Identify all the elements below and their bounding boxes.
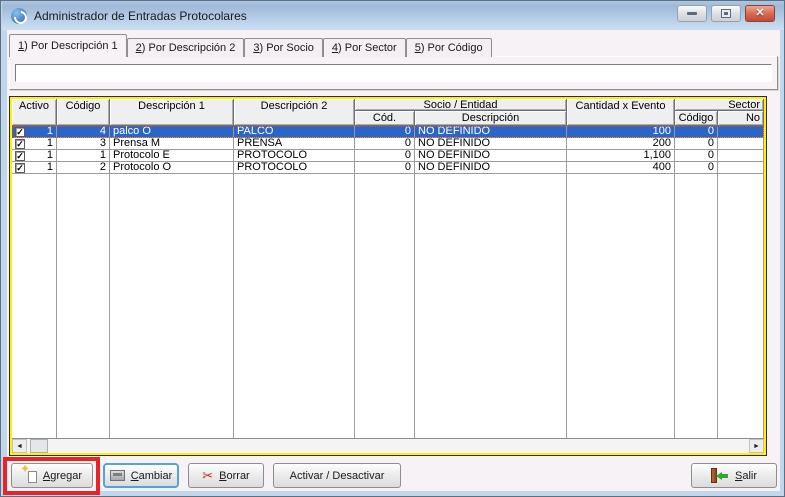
grid-empty-area	[12, 174, 764, 438]
cambiar-button[interactable]: Cambiar	[103, 463, 179, 488]
header-sector-nombre[interactable]: No	[718, 111, 764, 125]
header-sector[interactable]: Sector	[675, 99, 764, 111]
header-group-socio-entidad: Socio / Entidad Cód. Descripción	[355, 99, 567, 125]
scroll-left-icon[interactable]: ◄	[12, 439, 27, 453]
header-socio-cod[interactable]: Cód.	[355, 111, 415, 125]
table-row[interactable]: ✓1 1 Protocolo E PROTOCOLO 0 NO DEFINIDO…	[12, 150, 764, 162]
cambiar-label: Cambiar	[131, 470, 173, 482]
close-button[interactable]: ✕	[745, 5, 775, 22]
agregar-label: Agregar	[43, 470, 82, 482]
tab-por-descripcion-2[interactable]: 2) Por Descripción 2	[127, 38, 245, 57]
header-descripcion-2[interactable]: Descripción 2	[234, 99, 355, 125]
tab-strip: 1) Por Descripción 1 2) Por Descripción …	[9, 34, 492, 57]
maximize-button[interactable]	[711, 5, 741, 22]
minimize-icon	[687, 12, 697, 15]
grid-header: Activo Código Descripción 1 Descripción …	[12, 99, 764, 126]
header-cantidad-x-evento[interactable]: Cantidad x Evento	[567, 99, 675, 125]
tab-page	[9, 56, 778, 90]
checkbox-checked-icon[interactable]: ✓	[15, 163, 25, 173]
salir-button[interactable]: Salir	[691, 463, 777, 488]
tab-por-codigo[interactable]: 5) Por Código	[406, 38, 492, 57]
minimize-button[interactable]	[677, 5, 707, 22]
app-icon	[11, 8, 27, 24]
scissors-icon: ✂	[202, 469, 213, 482]
header-codigo[interactable]: Código	[57, 99, 110, 125]
titlebar[interactable]: Administrador de Entradas Protocolares ✕	[2, 1, 785, 30]
scrollbar-thumb[interactable]	[30, 439, 48, 453]
agregar-button[interactable]: ✦ Agregar	[11, 463, 93, 488]
tab-por-descripcion-1[interactable]: 1) Por Descripción 1	[9, 34, 127, 57]
new-item-icon: ✦	[22, 468, 37, 483]
maximize-icon	[721, 9, 731, 18]
scrollbar-track[interactable]	[48, 439, 749, 453]
close-icon: ✕	[755, 8, 764, 19]
window-title: Administrador de Entradas Protocolares	[34, 9, 247, 23]
header-activo[interactable]: Activo	[12, 99, 57, 125]
window-controls: ✕	[677, 5, 775, 22]
activar-desactivar-label: Activar / Desactivar	[290, 470, 385, 482]
client-area: 1) Por Descripción 1 2) Por Descripción …	[7, 30, 780, 491]
checkbox-checked-icon[interactable]: ✓	[15, 151, 25, 161]
scroll-right-icon[interactable]: ►	[749, 439, 764, 453]
borrar-button[interactable]: ✂ Borrar	[188, 463, 264, 488]
table-row[interactable]: ✓1 3 Prensa M PRENSA 0 NO DEFINIDO 200 0	[12, 138, 764, 150]
header-descripcion-1[interactable]: Descripción 1	[110, 99, 234, 125]
header-sector-codigo[interactable]: Código	[675, 111, 718, 125]
exit-door-icon	[711, 468, 729, 483]
borrar-label: Borrar	[219, 470, 250, 482]
checkbox-checked-icon[interactable]: ✓	[15, 139, 25, 149]
edit-icon	[110, 470, 125, 481]
horizontal-scrollbar[interactable]: ◄ ►	[12, 438, 764, 453]
table-row[interactable]: ✓1 2 Protocolo O PROTOCOLO 0 NO DEFINIDO…	[12, 162, 764, 174]
header-socio-entidad[interactable]: Socio / Entidad	[355, 99, 567, 111]
checkbox-checked-icon[interactable]: ✓	[15, 127, 25, 137]
table-row[interactable]: ✓1 4 palco O PALCO 0 NO DEFINIDO 100 0	[12, 126, 764, 138]
tab-por-sector[interactable]: 4) Por Sector	[323, 38, 406, 57]
header-socio-descripcion[interactable]: Descripción	[415, 111, 567, 125]
app-window: Administrador de Entradas Protocolares ✕…	[0, 0, 785, 497]
grid: Activo Código Descripción 1 Descripción …	[12, 99, 764, 453]
activar-desactivar-button[interactable]: Activar / Desactivar	[273, 463, 401, 488]
grid-border: Activo Código Descripción 1 Descripción …	[9, 96, 767, 456]
salir-label: Salir	[735, 470, 757, 482]
header-group-sector: Sector Código No	[675, 99, 764, 125]
tab-por-socio[interactable]: 3) Por Socio	[244, 38, 323, 57]
search-input[interactable]	[15, 64, 772, 82]
grid-body: ✓1 4 palco O PALCO 0 NO DEFINIDO 100 0 ✓…	[12, 126, 764, 438]
